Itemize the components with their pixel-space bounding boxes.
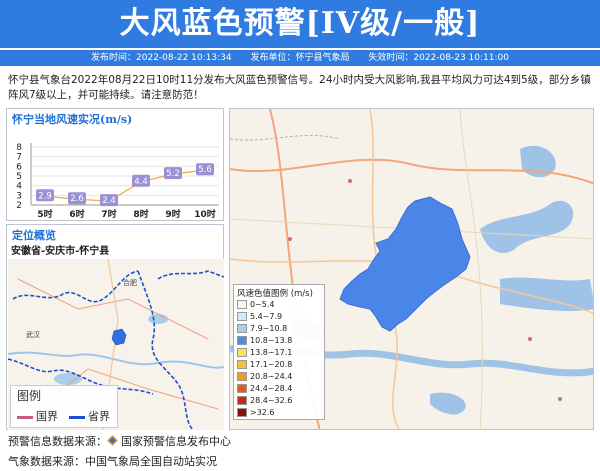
y-tick-label: 8 [16, 143, 22, 153]
y-tick-label: 6 [16, 162, 22, 172]
warning-source-label: 预警信息数据来源： [8, 435, 107, 448]
issue-time: 发布时间：2022-08-22 10:13:34 [91, 53, 232, 63]
data-label: 5.2 [166, 169, 180, 179]
national-border-swatch [17, 415, 33, 419]
speed-legend-swatch [237, 300, 247, 309]
speed-legend-label: 10.8~13.8 [250, 336, 293, 345]
speed-legend-item: 17.1~20.8 [237, 359, 292, 370]
data-label: 2.9 [38, 191, 52, 201]
x-tick-label: 7时 [101, 208, 116, 220]
province-border-swatch [69, 415, 85, 419]
location-subtitle: 安徽省-安庆市-怀宁县 [11, 246, 110, 257]
data-label: 2.4 [102, 196, 116, 206]
location-title: 定位概览 [12, 229, 56, 242]
y-tick-label: 4 [16, 182, 22, 192]
issuer: 发布单位：怀宁县气象局 [250, 53, 350, 63]
expire-time: 失效时间：2022-08-23 10:11:00 [368, 53, 509, 63]
speed-legend-label: 28.4~32.6 [250, 396, 293, 405]
speed-legend-item: 10.8~13.8 [237, 335, 292, 346]
speed-legend-label: 0~5.4 [250, 300, 275, 309]
warning-source: 预警信息数据来源： 国家预警信息发布中心 [8, 433, 231, 449]
x-tick-label: 10时 [194, 208, 216, 220]
warning-title: 大风蓝色预警[IV级/一般] [0, 0, 600, 48]
speed-legend-swatch [237, 372, 247, 381]
x-tick-label: 5时 [37, 208, 52, 220]
speed-legend-item: 13.8~17.1 [237, 347, 292, 358]
legend-title: 图例 [17, 389, 42, 403]
speed-legend-label: 13.8~17.1 [250, 348, 293, 357]
data-label: 4.4 [134, 177, 148, 187]
speed-legend-label: 20.8~24.4 [250, 372, 293, 381]
speed-legend-label: 5.4~7.9 [250, 312, 283, 321]
speed-legend-item: 24.4~28.4 [237, 383, 292, 394]
warning-center-logo-icon [107, 435, 118, 446]
y-tick-label: 7 [16, 153, 22, 163]
speed-legend-label: 17.1~20.8 [250, 360, 293, 369]
map-label-hefei: 合肥 [123, 278, 137, 287]
legend-item-national: 国界 [17, 408, 58, 424]
x-tick-label: 9时 [165, 208, 180, 220]
meta-bar: 发布时间：2022-08-22 10:13:34 发布单位：怀宁县气象局 失效时… [0, 50, 600, 66]
wind-chart-panel: 怀宁当地风速实况(m/s) 8 7 6 5 4 3 2 2.9 5时 2.6 6时 2.4 7时 4.4 8… [6, 108, 224, 221]
y-tick-label: 2 [16, 201, 22, 211]
speed-legend-item: 28.4~32.6 [237, 395, 292, 406]
x-tick-label: 8时 [133, 208, 148, 220]
speed-legend-item: 5.4~7.9 [237, 311, 282, 322]
warning-source-name[interactable]: 国家预警信息发布中心 [121, 435, 231, 448]
speed-legend-swatch [237, 408, 247, 417]
speed-legend-swatch [237, 312, 247, 321]
y-tick-label: 5 [16, 172, 22, 182]
speed-legend-swatch [237, 336, 247, 345]
speed-legend-swatch [237, 324, 247, 333]
speed-legend-label: 7.9~10.8 [250, 324, 288, 333]
speed-legend-swatch [237, 348, 247, 357]
speed-legend-item: 0~5.4 [237, 299, 275, 310]
data-label: 2.6 [70, 194, 84, 204]
y-tick-label: 3 [16, 191, 22, 201]
speed-legend-label: 24.4~28.4 [250, 384, 293, 393]
wind-speed-legend: 风速色值图例 (m/s) 0~5.4 5.4~7.9 7.9~10.8 10.8~13… [233, 284, 325, 420]
map-label-wuhan: 武汉 [26, 330, 40, 339]
speed-legend-swatch [237, 396, 247, 405]
x-tick-label: 6时 [69, 208, 84, 220]
speed-legend-swatch [237, 360, 247, 369]
warning-description: 怀宁县气象台2022年08月22日10时11分发布大风蓝色预警信号。24小时内受… [8, 74, 591, 101]
speed-legend-title: 风速色值图例 (m/s) [237, 289, 313, 299]
legend-label-national: 国界 [36, 410, 58, 423]
speed-legend-label: >32.6 [250, 408, 275, 417]
weather-source: 气象数据来源：中国气象局全国自动站实况 [8, 455, 217, 468]
legend-label-province: 省界 [88, 410, 110, 423]
speed-legend-item: 7.9~10.8 [237, 323, 287, 334]
warning-page: 大风蓝色预警[IV级/一般] 发布时间：2022-08-22 10:13:34 … [0, 0, 600, 471]
boundary-legend: 图例 国界 省界 [10, 385, 118, 428]
data-label: 5.6 [198, 165, 212, 175]
wind-speed-chart: 8765432 2.9 5时 2.6 6时 2.4 7时 4.4 8时 5.2 9时 5.6 10时 [16, 143, 219, 220]
legend-item-province: 省界 [69, 408, 110, 424]
speed-legend-item: 20.8~24.4 [237, 371, 292, 382]
speed-legend-item: >32.6 [237, 407, 275, 418]
speed-legend-swatch [237, 384, 247, 393]
